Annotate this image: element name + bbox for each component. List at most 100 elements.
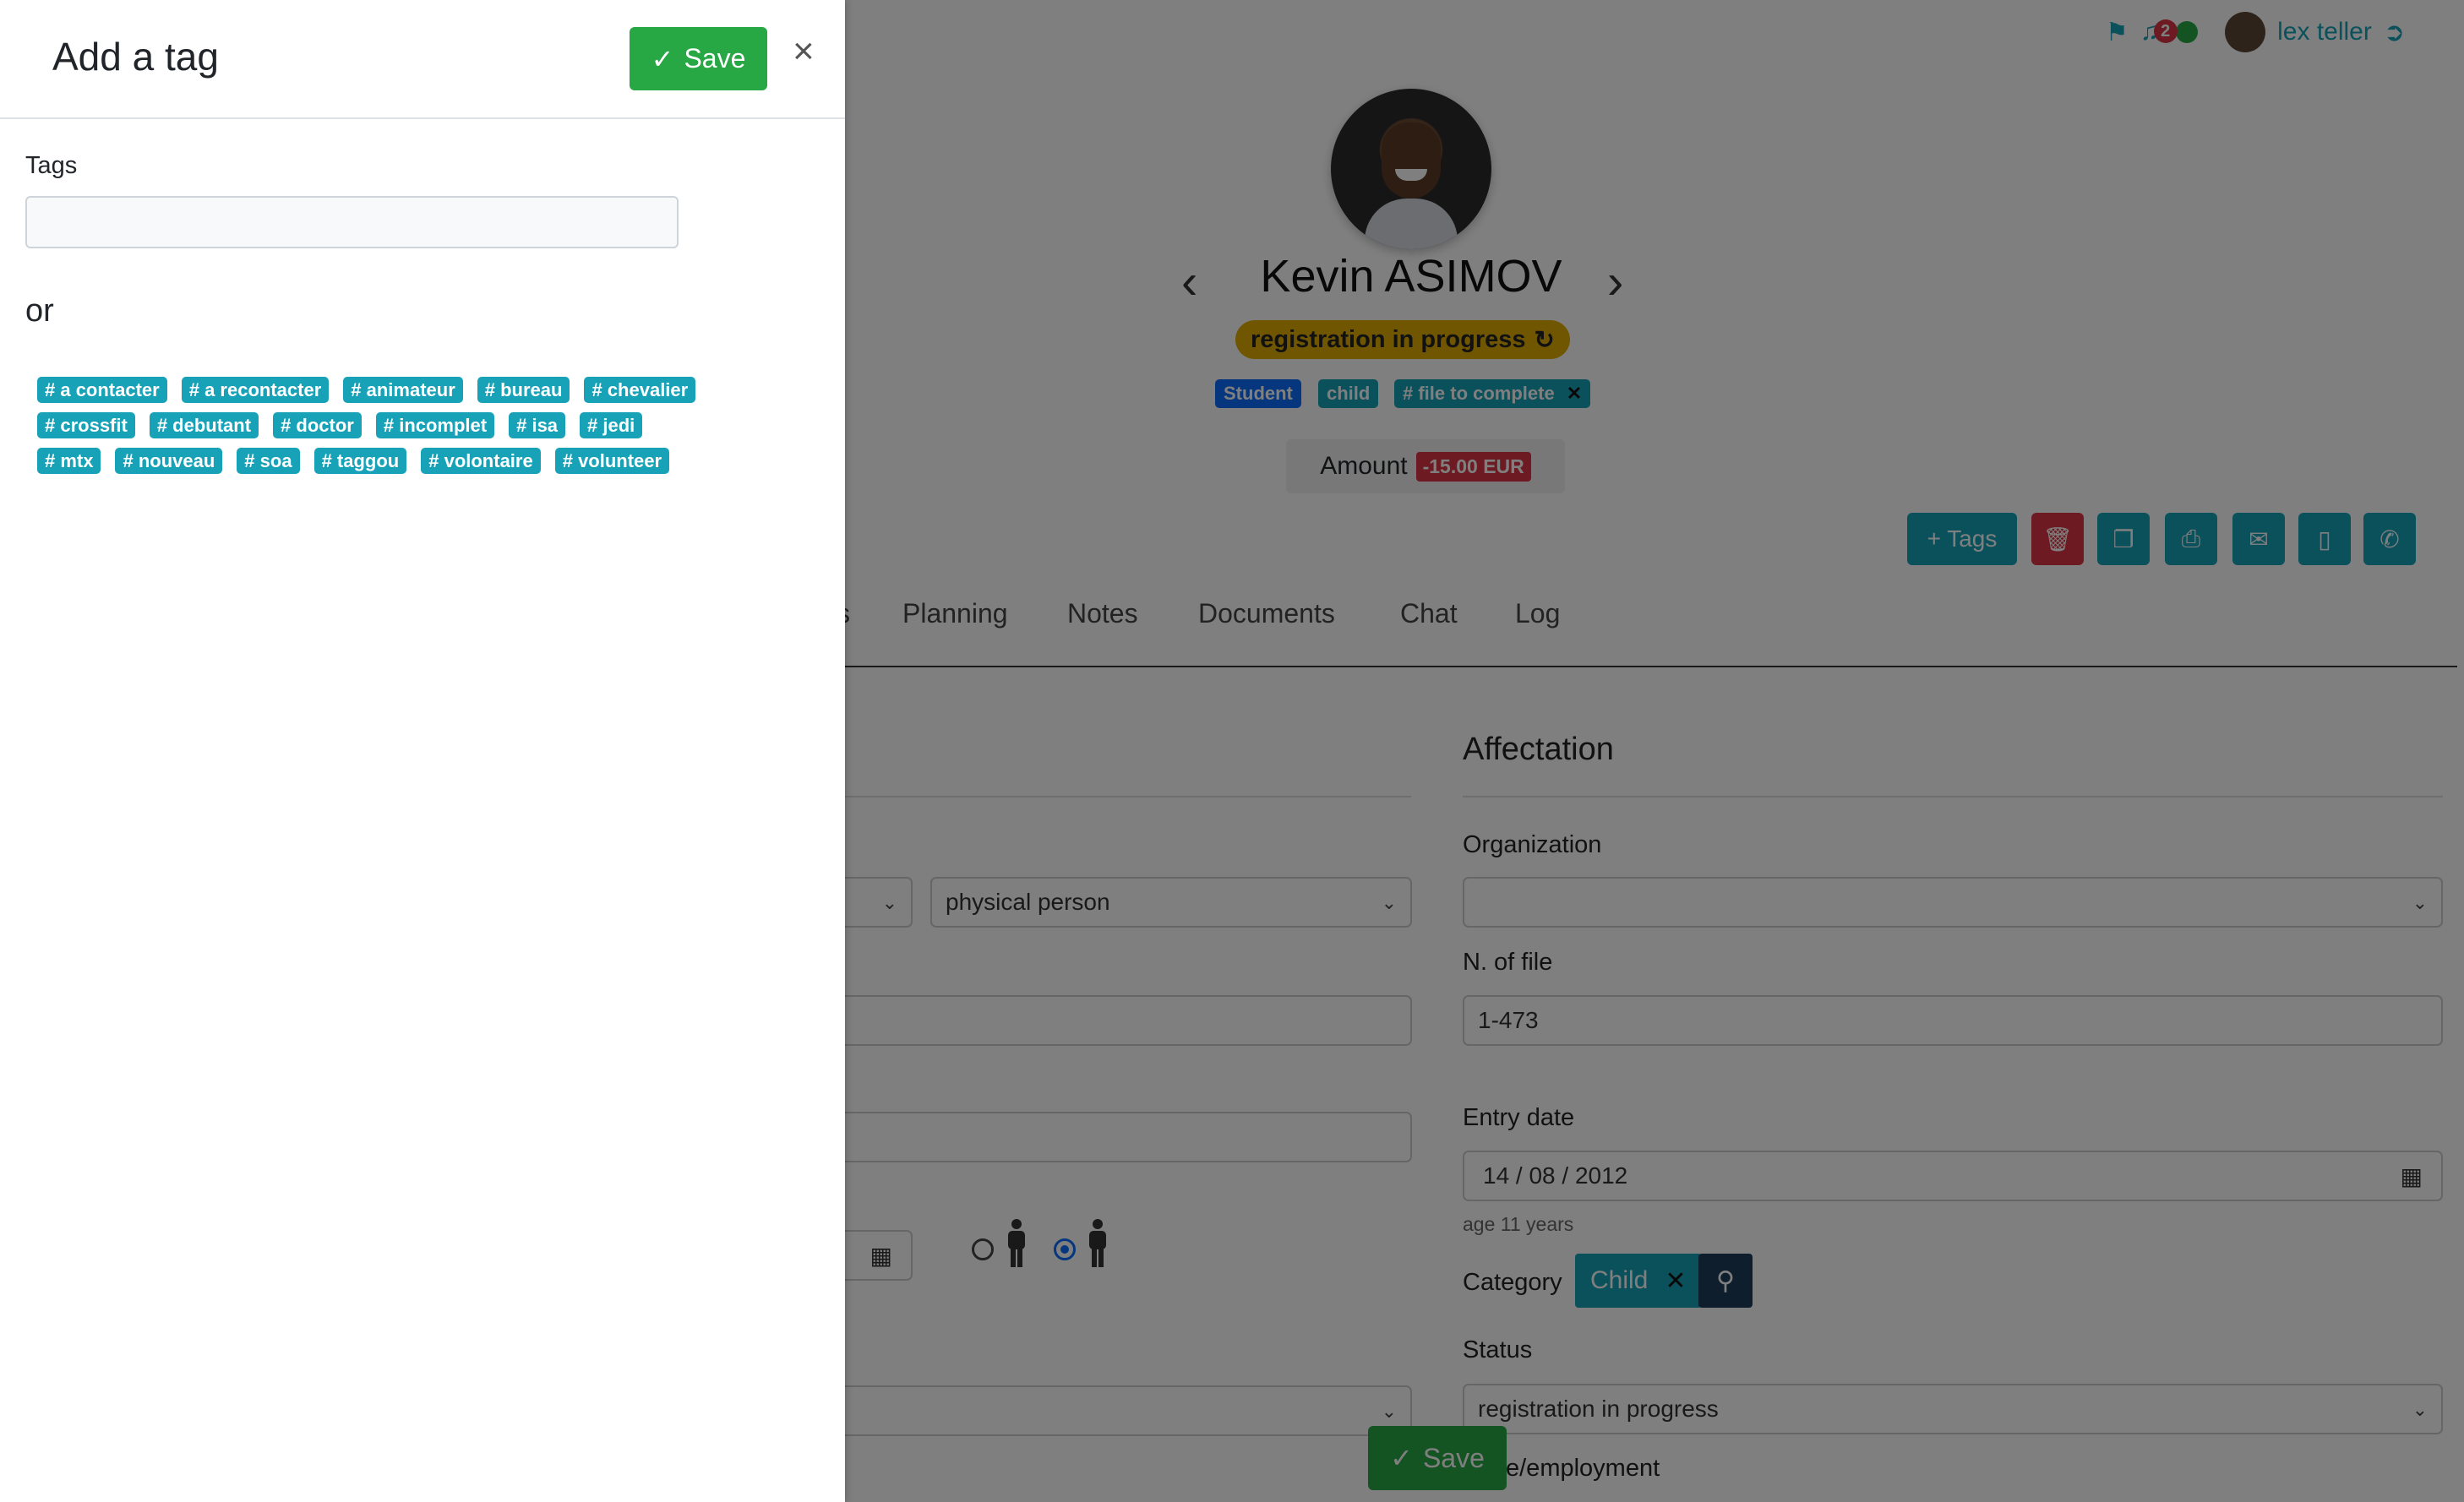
tag-row: # a contacter # a recontacter # animateu…	[37, 377, 781, 403]
tab-chat[interactable]: Chat	[1400, 598, 1458, 629]
chevron-down-icon: ⌄	[1381, 892, 1397, 913]
tag-option[interactable]: # isa	[509, 412, 566, 438]
tag-row: # mtx # nouveau # soa # taggou # volonta…	[37, 448, 781, 474]
check-icon: ✓	[651, 43, 674, 74]
printer-icon: ⎙	[2181, 525, 2201, 552]
delete-button[interactable]: 🗑	[2031, 513, 2084, 565]
tag-option[interactable]: # incomplet	[375, 412, 495, 438]
gender-radio-female[interactable]	[1054, 1238, 1076, 1260]
chevron-down-icon: ⌄	[1381, 1401, 1397, 1422]
tag-option[interactable]: # volontaire	[421, 448, 541, 474]
left-select-field[interactable]: ⌄	[811, 1385, 1412, 1436]
tag-option[interactable]: # debutant	[149, 412, 259, 438]
remove-tag-icon[interactable]: ✕	[1567, 383, 1582, 405]
tag-row: # crossfit # debutant # doctor # incompl…	[37, 412, 781, 438]
tag-option[interactable]: # crossfit	[37, 412, 135, 438]
profile-photo	[1331, 89, 1491, 249]
panel-header-divider	[0, 117, 845, 119]
next-arrow-icon[interactable]: ›	[1607, 253, 1623, 310]
tag-option[interactable]: # jedi	[580, 412, 643, 438]
notification-badge: 2	[2153, 19, 2178, 43]
whatsapp-icon: ✆	[2380, 525, 2400, 552]
calendar-icon[interactable]: ▦	[2401, 1162, 2423, 1190]
category-chip: Child ✕	[1575, 1254, 1702, 1308]
duplicate-button[interactable]: ❐	[2097, 513, 2150, 565]
person-type-value: physical person	[946, 889, 1110, 915]
tag-option[interactable]: # soa	[237, 448, 300, 474]
mobile-icon: ▯	[2318, 525, 2331, 552]
organization-select[interactable]: ⌄	[1463, 877, 2443, 928]
tag-option[interactable]: # taggou	[313, 448, 407, 474]
suggested-tags: # a contacter # a recontacter # animateu…	[37, 377, 781, 483]
female-icon	[1089, 1219, 1106, 1267]
left-text-field-2[interactable]	[811, 1112, 1412, 1162]
tabs-underline	[845, 666, 2457, 667]
sms-button[interactable]: ▯	[2298, 513, 2351, 565]
chevron-down-icon: ⌄	[2412, 892, 2428, 913]
tags-input[interactable]	[25, 196, 679, 248]
add-tags-button[interactable]: + Tags	[1907, 513, 2017, 565]
save-tag-button[interactable]: ✓ Save	[630, 27, 767, 90]
tab-notes[interactable]: Notes	[1067, 598, 1138, 629]
or-separator: or	[25, 293, 54, 329]
form-save-label: Save	[1422, 1442, 1485, 1473]
status-badge[interactable]: registration in progress ↻	[1235, 320, 1570, 359]
badge-file-to-complete: # file to complete ✕	[1394, 379, 1591, 408]
male-icon	[1008, 1219, 1025, 1267]
tab-log[interactable]: Log	[1515, 598, 1560, 629]
amount-label: Amount	[1320, 452, 1408, 480]
top-bar: ⚑ ♫ 2 lex teller ➲	[2106, 12, 2405, 52]
online-status-icon	[2176, 21, 2199, 43]
close-icon[interactable]: ×	[793, 30, 815, 73]
user-name-link[interactable]: lex teller	[2277, 18, 2372, 46]
tag-option[interactable]: # mtx	[37, 448, 101, 474]
refresh-icon: ↻	[1534, 326, 1555, 354]
entry-date-value: 14 / 08 / 2012	[1483, 1162, 1628, 1189]
tag-option[interactable]: # chevalier	[584, 377, 696, 403]
organization-label: Organization	[1463, 831, 1602, 858]
whatsapp-button[interactable]: ✆	[2363, 513, 2416, 565]
left-text-field-1[interactable]	[811, 995, 1412, 1046]
form-save-button[interactable]: ✓ Save	[1368, 1426, 1507, 1490]
status-label: Status	[1463, 1336, 1533, 1363]
amount-value: -15.00 EUR	[1415, 451, 1531, 482]
tag-option[interactable]: # volunteer	[554, 448, 670, 474]
copy-icon: ❐	[2112, 525, 2134, 552]
bookmark-icon[interactable]: ⚑	[2106, 18, 2129, 47]
tag-option[interactable]: # a contacter	[37, 377, 167, 403]
tag-option[interactable]: # bureau	[477, 377, 570, 403]
chevron-down-icon: ⌄	[2412, 1399, 2428, 1420]
user-avatar[interactable]	[2225, 12, 2266, 52]
left-section-divider	[845, 796, 1411, 797]
tag-option[interactable]: # a recontacter	[181, 377, 330, 403]
entry-date-input[interactable]: 14 / 08 / 2012 ▦	[1463, 1151, 2443, 1201]
bell-icon[interactable]: ♫ 2	[2140, 18, 2178, 46]
email-button[interactable]: ✉	[2232, 513, 2285, 565]
chevron-down-icon: ⌄	[881, 892, 897, 913]
remove-category-icon[interactable]: ✕	[1665, 1266, 1686, 1296]
tab-documents[interactable]: Documents	[1198, 598, 1335, 629]
tag-option[interactable]: # nouveau	[115, 448, 223, 474]
logout-icon[interactable]: ➲	[2384, 18, 2405, 47]
tag-option[interactable]: # doctor	[273, 412, 362, 438]
age-text: age 11 years	[1463, 1213, 1574, 1235]
tab-planning[interactable]: Planning	[902, 598, 1008, 629]
panel-title: Add a tag	[52, 35, 219, 79]
person-type-select[interactable]: physical person ⌄	[930, 877, 1412, 928]
employment-label: e/employment	[1506, 1455, 1660, 1482]
badge-child: child	[1318, 379, 1379, 408]
envelope-icon: ✉	[2249, 525, 2269, 552]
print-button[interactable]: ⎙	[2165, 513, 2217, 565]
affectation-divider	[1463, 796, 2443, 797]
add-tag-panel: Add a tag ✓ Save × Tags or # a contacter…	[0, 0, 845, 1502]
status-badge-label: registration in progress	[1251, 325, 1526, 353]
file-number-input[interactable]: 1-473	[1463, 995, 2443, 1046]
badge-student: Student	[1215, 379, 1301, 408]
gender-radio-male[interactable]	[972, 1238, 994, 1260]
category-search-button[interactable]: ⚲	[1698, 1254, 1753, 1308]
category-label: Category	[1463, 1269, 1562, 1296]
status-select[interactable]: registration in progress ⌄	[1463, 1384, 2443, 1434]
calendar-icon: ▦	[869, 1242, 892, 1269]
tag-option[interactable]: # animateur	[343, 377, 463, 403]
previous-arrow-icon[interactable]: ‹	[1181, 253, 1197, 310]
